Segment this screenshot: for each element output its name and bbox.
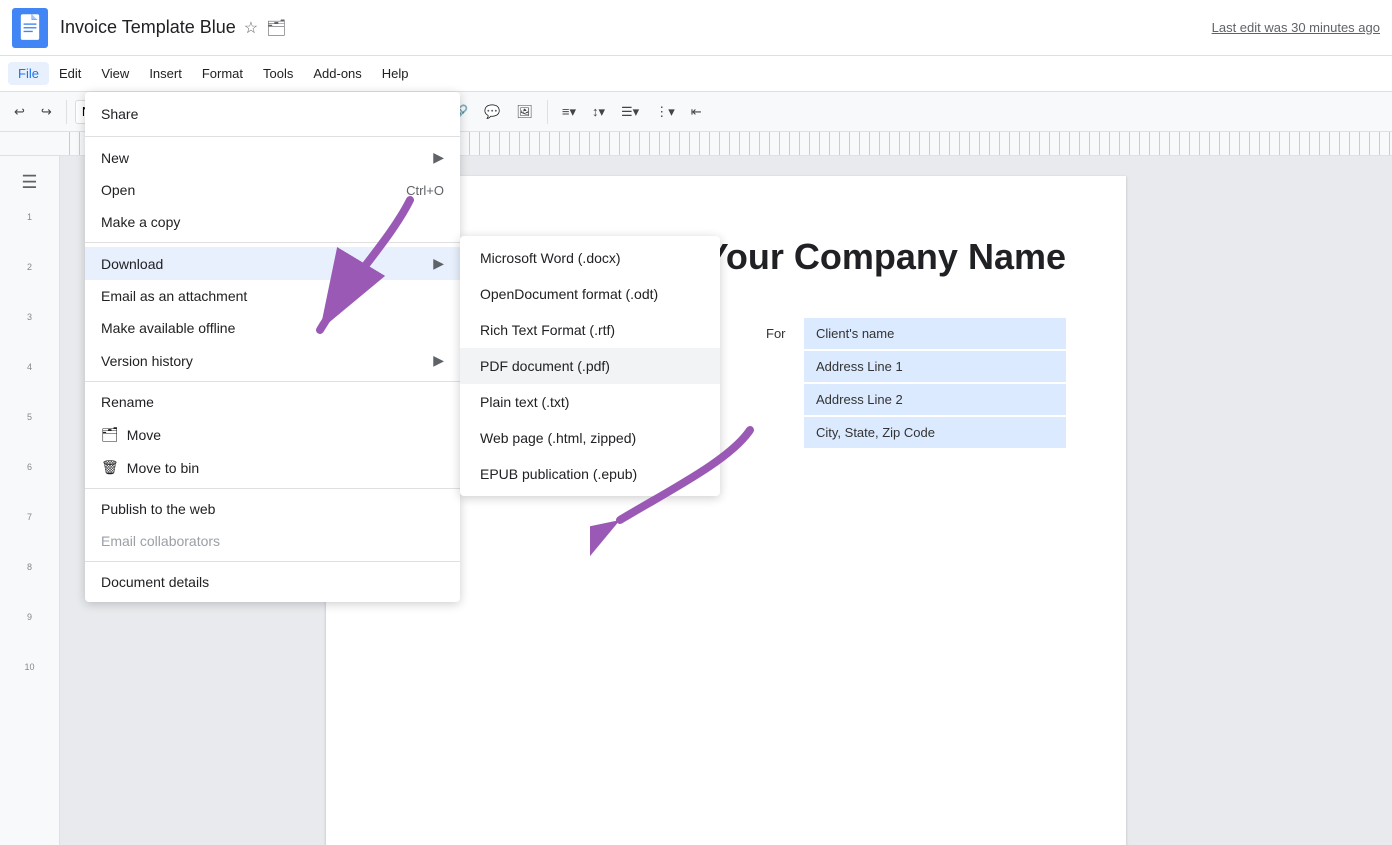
file-menu-email-attach[interactable]: Email as an attachment bbox=[85, 280, 460, 312]
comment-button[interactable]: 💬 bbox=[478, 100, 506, 124]
folder-icon[interactable]: 🗂 bbox=[266, 18, 286, 38]
download-txt[interactable]: Plain text (.txt) bbox=[460, 384, 720, 420]
version-arrow: ▶ bbox=[433, 352, 444, 369]
file-menu-publish[interactable]: Publish to the web bbox=[85, 493, 460, 525]
for-address1-field: Address Line 1 bbox=[804, 351, 1066, 382]
line-numbers: 123 45 67 89 10 bbox=[24, 212, 34, 672]
file-menu-rename[interactable]: Rename bbox=[85, 386, 460, 418]
move-label: Move bbox=[127, 427, 161, 443]
list-ordered-button[interactable]: ☰▾ bbox=[615, 100, 645, 124]
sidebar: ☰ 123 45 67 89 10 bbox=[0, 156, 60, 845]
copy-label: Make a copy bbox=[101, 214, 180, 230]
trash-label: Move to bin bbox=[127, 460, 199, 476]
file-menu-offline[interactable]: Make available offline bbox=[85, 312, 460, 344]
undo-button[interactable]: ↩ bbox=[8, 100, 31, 124]
version-label: Version history bbox=[101, 353, 193, 369]
for-name-field: Client's name bbox=[804, 318, 1066, 349]
title-bar: Invoice Template Blue ☆ 🗂 Last edit was … bbox=[0, 0, 1392, 56]
for-row: For Client's name Address Line 1 Address… bbox=[766, 318, 1066, 450]
menu-tools[interactable]: Tools bbox=[253, 62, 303, 85]
menu-format[interactable]: Format bbox=[192, 62, 253, 85]
menu-divider-3 bbox=[85, 381, 460, 382]
menu-divider-2 bbox=[85, 242, 460, 243]
file-menu-download[interactable]: Download ▶ bbox=[85, 247, 460, 280]
download-docx[interactable]: Microsoft Word (.docx) bbox=[460, 240, 720, 276]
offline-label: Make available offline bbox=[101, 320, 235, 336]
menu-divider-1 bbox=[85, 136, 460, 137]
menu-help[interactable]: Help bbox=[372, 62, 419, 85]
download-epub[interactable]: EPUB publication (.epub) bbox=[460, 456, 720, 492]
image-button[interactable]: 🖼 bbox=[510, 100, 539, 124]
file-menu-details[interactable]: Document details bbox=[85, 566, 460, 598]
download-odt[interactable]: OpenDocument format (.odt) bbox=[460, 276, 720, 312]
line-spacing-button[interactable]: ↕▾ bbox=[586, 100, 611, 124]
for-label: For bbox=[766, 318, 796, 341]
file-menu-copy[interactable]: Make a copy bbox=[85, 206, 460, 238]
app-icon bbox=[12, 8, 48, 48]
for-section: For Client's name Address Line 1 Address… bbox=[766, 318, 1066, 450]
file-menu-version[interactable]: Version history ▶ bbox=[85, 344, 460, 377]
download-label: Download bbox=[101, 256, 163, 272]
download-html[interactable]: Web page (.html, zipped) bbox=[460, 420, 720, 456]
for-address2-field: Address Line 2 bbox=[804, 384, 1066, 415]
rename-label: Rename bbox=[101, 394, 154, 410]
menu-bar: File Edit View Insert Format Tools Add-o… bbox=[0, 56, 1392, 92]
move-icon: 🗂 bbox=[101, 426, 119, 443]
download-rtf[interactable]: Rich Text Format (.rtf) bbox=[460, 312, 720, 348]
for-fields: Client's name Address Line 1 Address Lin… bbox=[804, 318, 1066, 450]
file-menu-dropdown: Share New ▶ Open Ctrl+O Make a copy Down… bbox=[85, 92, 460, 602]
file-menu-share[interactable]: Share bbox=[85, 96, 460, 132]
file-menu-email-collab: Email collaborators bbox=[85, 525, 460, 557]
toolbar-separator-6 bbox=[547, 100, 548, 124]
file-menu-new[interactable]: New ▶ bbox=[85, 141, 460, 174]
file-menu-trash[interactable]: 🗑 Move to bin bbox=[85, 451, 460, 484]
trash-icon: 🗑 bbox=[101, 459, 119, 476]
details-label: Document details bbox=[101, 574, 209, 590]
for-city-field: City, State, Zip Code bbox=[804, 417, 1066, 448]
menu-divider-4 bbox=[85, 488, 460, 489]
indent-decrease-button[interactable]: ⇤ bbox=[685, 100, 708, 124]
toolbar-separator-1 bbox=[66, 100, 67, 124]
new-arrow: ▶ bbox=[433, 149, 444, 166]
open-label: Open bbox=[101, 182, 135, 198]
menu-view[interactable]: View bbox=[91, 62, 139, 85]
list-unordered-button[interactable]: ⋮▾ bbox=[649, 100, 681, 124]
menu-divider-5 bbox=[85, 561, 460, 562]
email-collab-label: Email collaborators bbox=[101, 533, 220, 549]
last-edit: Last edit was 30 minutes ago bbox=[1212, 20, 1380, 35]
menu-addons[interactable]: Add-ons bbox=[303, 62, 371, 85]
redo-button[interactable]: ↪ bbox=[35, 100, 58, 124]
file-menu-move[interactable]: 🗂 Move bbox=[85, 418, 460, 451]
download-pdf[interactable]: PDF document (.pdf) bbox=[460, 348, 720, 384]
download-submenu: Microsoft Word (.docx) OpenDocument form… bbox=[460, 236, 720, 496]
new-label: New bbox=[101, 150, 129, 166]
file-menu-open[interactable]: Open Ctrl+O bbox=[85, 174, 460, 206]
star-icon[interactable]: ☆ bbox=[244, 18, 258, 38]
open-shortcut: Ctrl+O bbox=[406, 183, 444, 198]
doc-title: Invoice Template Blue bbox=[60, 17, 236, 38]
title-area: Invoice Template Blue ☆ 🗂 bbox=[60, 17, 286, 38]
email-attach-label: Email as an attachment bbox=[101, 288, 247, 304]
download-arrow: ▶ bbox=[433, 255, 444, 272]
publish-label: Publish to the web bbox=[101, 501, 215, 517]
menu-file[interactable]: File bbox=[8, 62, 49, 85]
align-button[interactable]: ≡▾ bbox=[556, 100, 582, 124]
sidebar-outline-btn[interactable]: ☰ bbox=[12, 164, 48, 200]
menu-edit[interactable]: Edit bbox=[49, 62, 91, 85]
menu-insert[interactable]: Insert bbox=[139, 62, 192, 85]
